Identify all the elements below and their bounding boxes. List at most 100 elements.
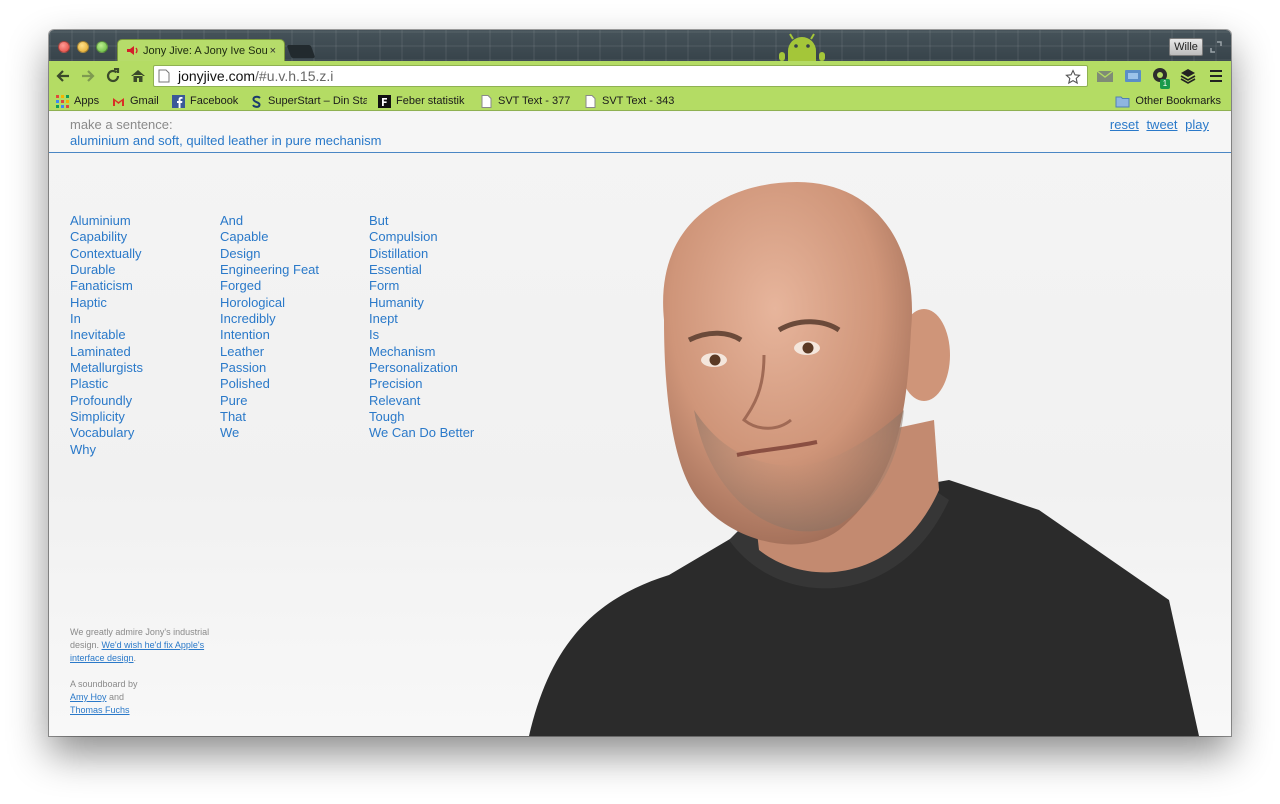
apps-icon bbox=[56, 94, 69, 108]
word-button[interactable]: Tough bbox=[369, 409, 474, 425]
bookmark-label: SVT Text - 343 bbox=[602, 95, 675, 107]
word-button[interactable]: Why bbox=[70, 442, 143, 458]
word-button[interactable]: Vocabulary bbox=[70, 425, 143, 441]
word-button[interactable]: Intention bbox=[220, 327, 319, 343]
word-button[interactable]: In bbox=[70, 311, 143, 327]
word-button[interactable]: Precision bbox=[369, 376, 474, 392]
credit-and: and bbox=[109, 692, 125, 702]
word-button[interactable]: Mechanism bbox=[369, 344, 474, 360]
reset-link[interactable]: reset bbox=[1110, 117, 1139, 132]
back-button[interactable] bbox=[52, 65, 74, 87]
word-button[interactable]: We Can Do Better bbox=[369, 425, 474, 441]
bookmark-label: Facebook bbox=[190, 95, 239, 107]
word-button[interactable]: Compulsion bbox=[369, 229, 474, 245]
cast-icon[interactable] bbox=[1124, 67, 1142, 85]
bookmark-label: Apps bbox=[74, 95, 100, 107]
forward-arrow-icon bbox=[82, 70, 95, 82]
word-button[interactable]: Essential bbox=[369, 262, 474, 278]
tab-close-icon[interactable]: × bbox=[270, 45, 276, 57]
new-tab-button[interactable] bbox=[286, 45, 316, 58]
word-button[interactable]: Aluminium bbox=[70, 213, 143, 229]
word-button[interactable]: That bbox=[220, 409, 319, 425]
word-button[interactable]: Plastic bbox=[70, 376, 143, 392]
tweet-link[interactable]: tweet bbox=[1146, 117, 1177, 132]
mail-icon[interactable] bbox=[1096, 67, 1114, 85]
bookmark-svt-377[interactable]: SVT Text - 377 bbox=[480, 94, 570, 108]
speaker-icon bbox=[127, 46, 138, 55]
minimize-window-button[interactable] bbox=[77, 41, 89, 53]
sentence-bar: make a sentence: aluminium and soft, qui… bbox=[49, 112, 1231, 153]
profile-button[interactable]: Wille bbox=[1169, 38, 1203, 56]
amy-hoy-link[interactable]: Amy Hoy bbox=[70, 692, 107, 702]
admire-end: . bbox=[133, 653, 137, 663]
reload-button[interactable] bbox=[102, 65, 124, 87]
word-button[interactable]: Pure bbox=[220, 393, 319, 409]
other-bookmarks[interactable]: Other Bookmarks bbox=[1115, 94, 1221, 108]
fullscreen-icon[interactable] bbox=[1209, 40, 1223, 54]
page-content: make a sentence: aluminium and soft, qui… bbox=[49, 112, 1231, 736]
word-button[interactable]: Inept bbox=[369, 311, 474, 327]
page-icon bbox=[158, 69, 170, 83]
bookmark-star-icon[interactable] bbox=[1065, 69, 1081, 85]
extension-badge: 1 bbox=[1160, 79, 1170, 89]
word-button[interactable]: But bbox=[369, 213, 474, 229]
word-button[interactable]: Metallurgists bbox=[70, 360, 143, 376]
layers-icon[interactable] bbox=[1179, 67, 1197, 85]
word-button[interactable]: Durable bbox=[70, 262, 143, 278]
word-button[interactable]: Form bbox=[369, 278, 474, 294]
word-button[interactable]: Polished bbox=[220, 376, 319, 392]
footer-admire: We greatly admire Jony's industrial desi… bbox=[70, 626, 230, 665]
bookmark-label: Gmail bbox=[130, 95, 159, 107]
android-icon bbox=[779, 33, 825, 61]
word-button[interactable]: Is bbox=[369, 327, 474, 343]
word-button[interactable]: Forged bbox=[220, 278, 319, 294]
bookmark-gmail[interactable]: Gmail bbox=[112, 94, 159, 108]
word-button[interactable]: Personalization bbox=[369, 360, 474, 376]
superstart-icon bbox=[252, 95, 261, 108]
bookmark-facebook[interactable]: Facebook bbox=[172, 94, 238, 108]
bookmark-label: Feber statistik bbox=[396, 95, 465, 107]
bookmark-apps[interactable]: Apps bbox=[56, 94, 99, 108]
prompt-label: make a sentence: bbox=[70, 117, 173, 132]
word-button[interactable]: Contextually bbox=[70, 246, 143, 262]
word-column-1: Aluminium Capability Contextually Durable Fa… bbox=[70, 213, 143, 458]
close-window-button[interactable] bbox=[58, 41, 70, 53]
word-button[interactable]: Capable bbox=[220, 229, 319, 245]
menu-icon[interactable] bbox=[1207, 67, 1225, 85]
word-button[interactable]: Engineering Feat bbox=[220, 262, 319, 278]
word-button[interactable]: Design bbox=[220, 246, 319, 262]
word-button[interactable]: Distillation bbox=[369, 246, 474, 262]
bookmark-svt-343[interactable]: SVT Text - 343 bbox=[584, 94, 674, 108]
word-button[interactable]: Relevant bbox=[369, 393, 474, 409]
word-button[interactable]: Profoundly bbox=[70, 393, 143, 409]
address-bar[interactable]: jonyjive.com/#u.v.h.15.z.i bbox=[153, 65, 1088, 87]
home-button[interactable] bbox=[127, 65, 149, 87]
word-button[interactable]: Passion bbox=[220, 360, 319, 376]
word-button[interactable]: And bbox=[220, 213, 319, 229]
word-button[interactable]: Haptic bbox=[70, 295, 143, 311]
play-link[interactable]: play bbox=[1185, 117, 1209, 132]
word-button[interactable]: Fanaticism bbox=[70, 278, 143, 294]
folder-icon bbox=[1115, 96, 1130, 107]
word-button[interactable]: Leather bbox=[220, 344, 319, 360]
title-bar: Jony Jive: A Jony Ive Soundboard × Wille bbox=[49, 30, 1231, 61]
zoom-window-button[interactable] bbox=[96, 41, 108, 53]
url-path: /#u.v.h.15.z.i bbox=[255, 68, 334, 84]
word-button[interactable]: Laminated bbox=[70, 344, 143, 360]
word-button[interactable]: Incredibly bbox=[220, 311, 319, 327]
forward-button[interactable] bbox=[77, 65, 99, 87]
word-button[interactable]: Humanity bbox=[369, 295, 474, 311]
word-button[interactable]: Capability bbox=[70, 229, 143, 245]
portrait-photo bbox=[529, 182, 1199, 736]
tab-jony-jive[interactable]: Jony Jive: A Jony Ive Soundboard × bbox=[117, 39, 285, 61]
bookmark-superstart[interactable]: SuperStart – Din Sta bbox=[250, 94, 367, 108]
bookmark-feber[interactable]: Feber statistik bbox=[378, 94, 464, 108]
word-button[interactable]: We bbox=[220, 425, 319, 441]
bookmarks-bar: Apps Gmail Facebook SuperStart – Din Sta bbox=[49, 91, 1231, 111]
footer-credits: A soundboard by Amy Hoy and Thomas Fuchs bbox=[70, 678, 180, 717]
word-column-2: And Capable Design Engineering Feat Forged Ho… bbox=[220, 213, 319, 442]
word-button[interactable]: Inevitable bbox=[70, 327, 143, 343]
word-button[interactable]: Simplicity bbox=[70, 409, 143, 425]
word-button[interactable]: Horological bbox=[220, 295, 319, 311]
thomas-fuchs-link[interactable]: Thomas Fuchs bbox=[70, 705, 130, 715]
